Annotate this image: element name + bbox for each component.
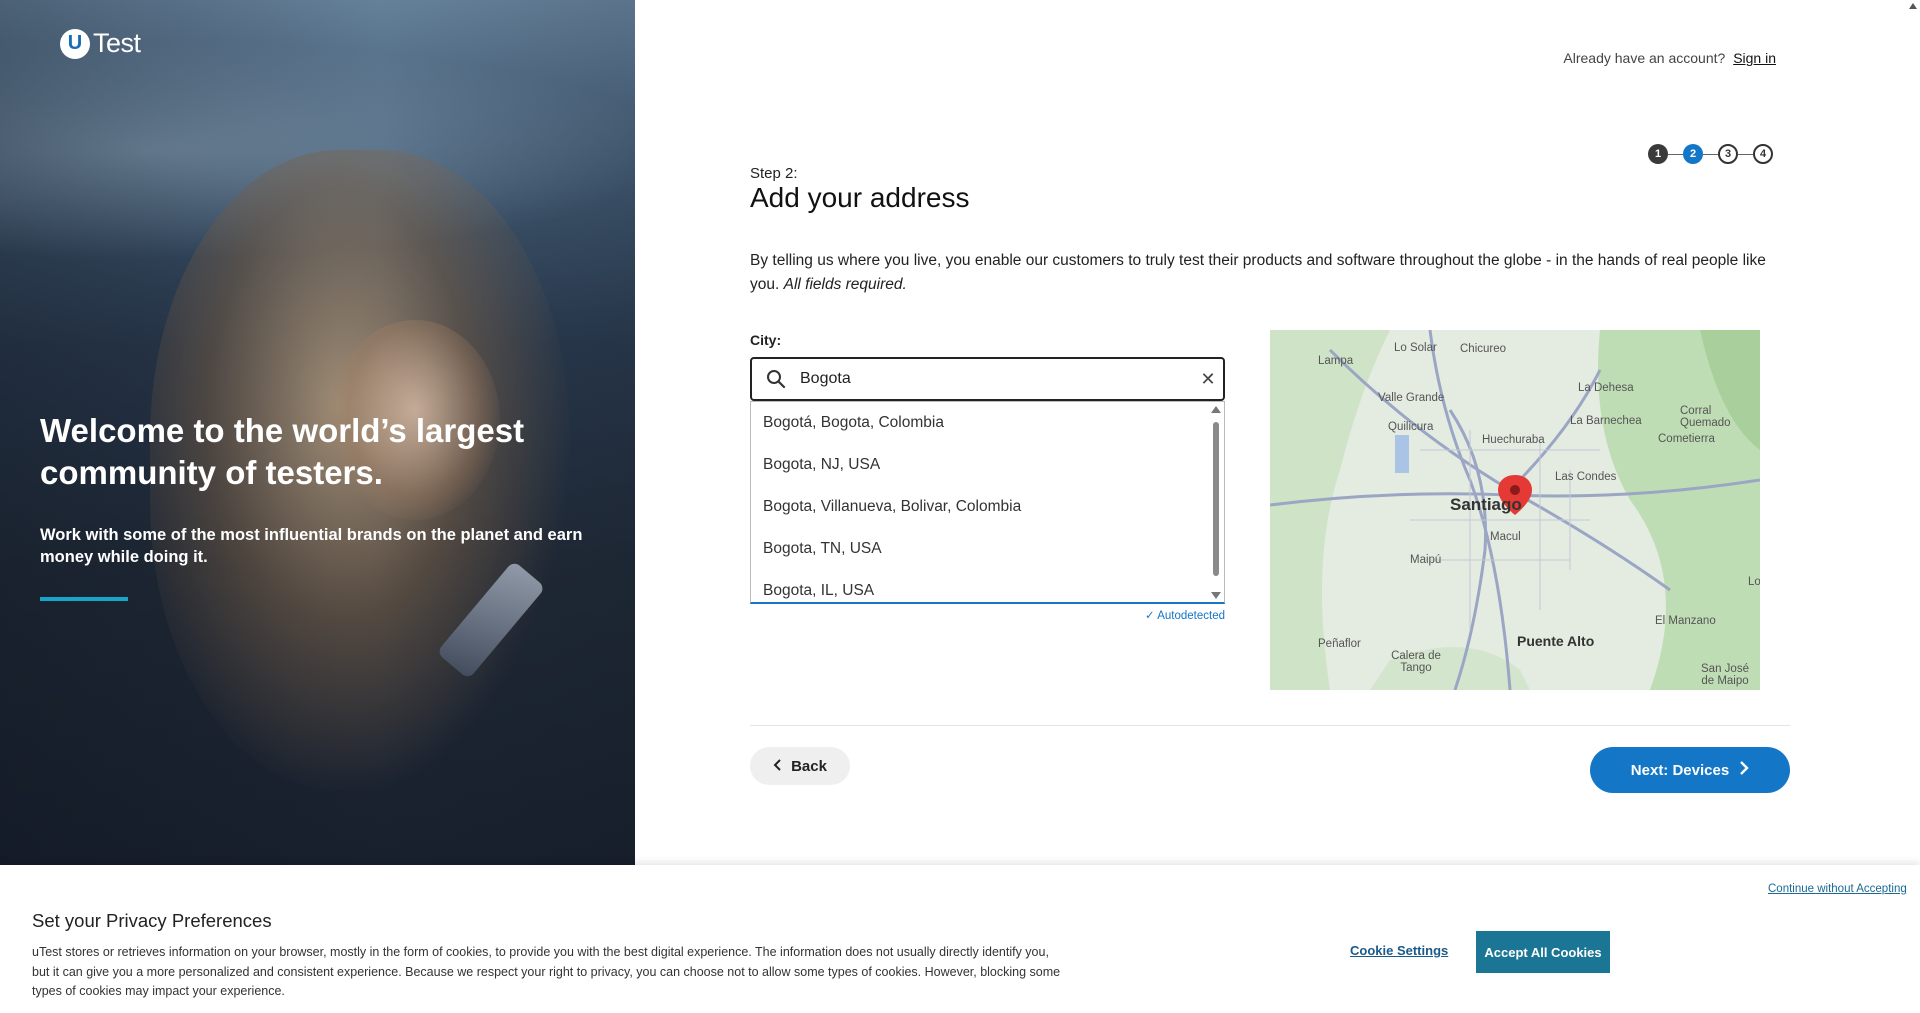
form-divider	[750, 725, 1790, 726]
hero-underline	[40, 597, 128, 601]
map-label: Valle Grande	[1378, 392, 1445, 404]
utest-logo[interactable]: U Test	[60, 28, 141, 59]
map-label: Calera de Tango	[1391, 650, 1441, 674]
cookie-title: Set your Privacy Preferences	[32, 910, 272, 931]
map-label: La Barnechea	[1570, 415, 1642, 427]
map-label: El Manzano	[1655, 615, 1716, 627]
map-label: Chicureo	[1460, 343, 1507, 355]
intro-text: By telling us where you live, you enable…	[750, 249, 1770, 297]
map-label: Huechuraba	[1482, 434, 1545, 446]
step-connector	[1668, 153, 1683, 155]
map-label: Las Condes	[1555, 471, 1617, 483]
step-2: 2	[1683, 144, 1703, 164]
map-label: La Dehesa	[1578, 382, 1634, 394]
hero-panel: U Test Welcome to the world’s largest co…	[0, 0, 635, 865]
account-prompt: Already have an account? Sign in	[1563, 50, 1776, 66]
city-suggestions-list: Bogotá, Bogota, Colombia Bogota, NJ, USA…	[750, 401, 1225, 604]
next-button-label: Next: Devices	[1630, 761, 1730, 779]
map-label: Puente Alto	[1517, 633, 1595, 649]
city-input[interactable]	[794, 370, 1193, 388]
accept-all-cookies-button[interactable]: Accept All Cookies	[1476, 931, 1610, 973]
cookie-description: uTest stores or retrieves information on…	[32, 945, 1061, 998]
cookie-banner: Continue without Accepting Set your Priv…	[0, 865, 1920, 1013]
chevron-left-icon	[773, 758, 783, 775]
hero-title: Welcome to the world’s largest community…	[40, 412, 525, 491]
search-icon	[758, 369, 794, 389]
step-label: Step 2:	[750, 165, 798, 182]
map-label: Lo	[1748, 576, 1760, 588]
map-label: Peñaflor	[1318, 638, 1361, 650]
step-4: 4	[1753, 144, 1773, 164]
step-3: 3	[1718, 144, 1738, 164]
page-title: Add your address	[750, 182, 970, 213]
hero-subtitle: Work with some of the most influential b…	[40, 526, 583, 566]
account-prompt-text: Already have an account?	[1563, 50, 1726, 66]
map-label: Corral Quemado	[1680, 405, 1731, 429]
city-label: City:	[750, 332, 782, 348]
step-1: 1	[1648, 144, 1668, 164]
map-label: Maipú	[1410, 554, 1442, 566]
logo-mark: U	[60, 28, 90, 59]
chevron-right-icon	[1739, 761, 1749, 779]
map-label: Lo Solar	[1394, 342, 1437, 354]
map-label-city: Santiago	[1450, 495, 1522, 514]
back-button[interactable]: Back	[750, 747, 850, 785]
suggestion-item[interactable]: Bogota, TN, USA	[751, 528, 1211, 570]
next-devices-button[interactable]: Next: Devices	[1590, 747, 1790, 793]
suggestion-item[interactable]: Bogotá, Bogota, Colombia	[751, 402, 1211, 444]
map-label: Macul	[1490, 531, 1521, 543]
autodetected-note: ✓ Autodetected	[1145, 610, 1225, 622]
city-field[interactable]: ✕	[750, 357, 1225, 401]
map-label: Quilicura	[1388, 421, 1434, 433]
cookie-settings-link[interactable]: Cookie Settings	[1350, 943, 1448, 958]
scroll-up-icon[interactable]	[1211, 406, 1221, 413]
step-connector	[1738, 153, 1753, 155]
location-map[interactable]: Lampa Lo Solar Chicureo La Dehesa Valle …	[1270, 330, 1760, 690]
suggestion-item[interactable]: Bogota, Villanueva, Bolivar, Colombia	[751, 486, 1211, 528]
required-note: All fields required.	[783, 276, 907, 293]
map-label: Cometierra	[1658, 433, 1715, 445]
map-label: Lampa	[1318, 355, 1354, 367]
clear-icon[interactable]: ✕	[1193, 369, 1223, 390]
back-button-label: Back	[791, 757, 827, 775]
suggestions-scrollbar[interactable]	[1210, 406, 1222, 599]
step-connector	[1703, 153, 1718, 155]
sign-in-link[interactable]: Sign in	[1733, 50, 1776, 66]
suggestion-item[interactable]: Bogota, IL, USA	[751, 570, 1211, 602]
suggestion-item[interactable]: Bogota, NJ, USA	[751, 444, 1211, 486]
map-label: San José de Maipo	[1701, 663, 1749, 687]
scroll-down-icon[interactable]	[1211, 592, 1221, 599]
scroll-thumb[interactable]	[1213, 422, 1219, 576]
progress-stepper: 1 2 3 4	[1648, 144, 1773, 164]
continue-without-accepting-link[interactable]: Continue without Accepting	[1768, 883, 1907, 895]
logo-wordmark: Test	[93, 28, 141, 58]
page-scroll-up-icon[interactable]	[1909, 3, 1917, 9]
